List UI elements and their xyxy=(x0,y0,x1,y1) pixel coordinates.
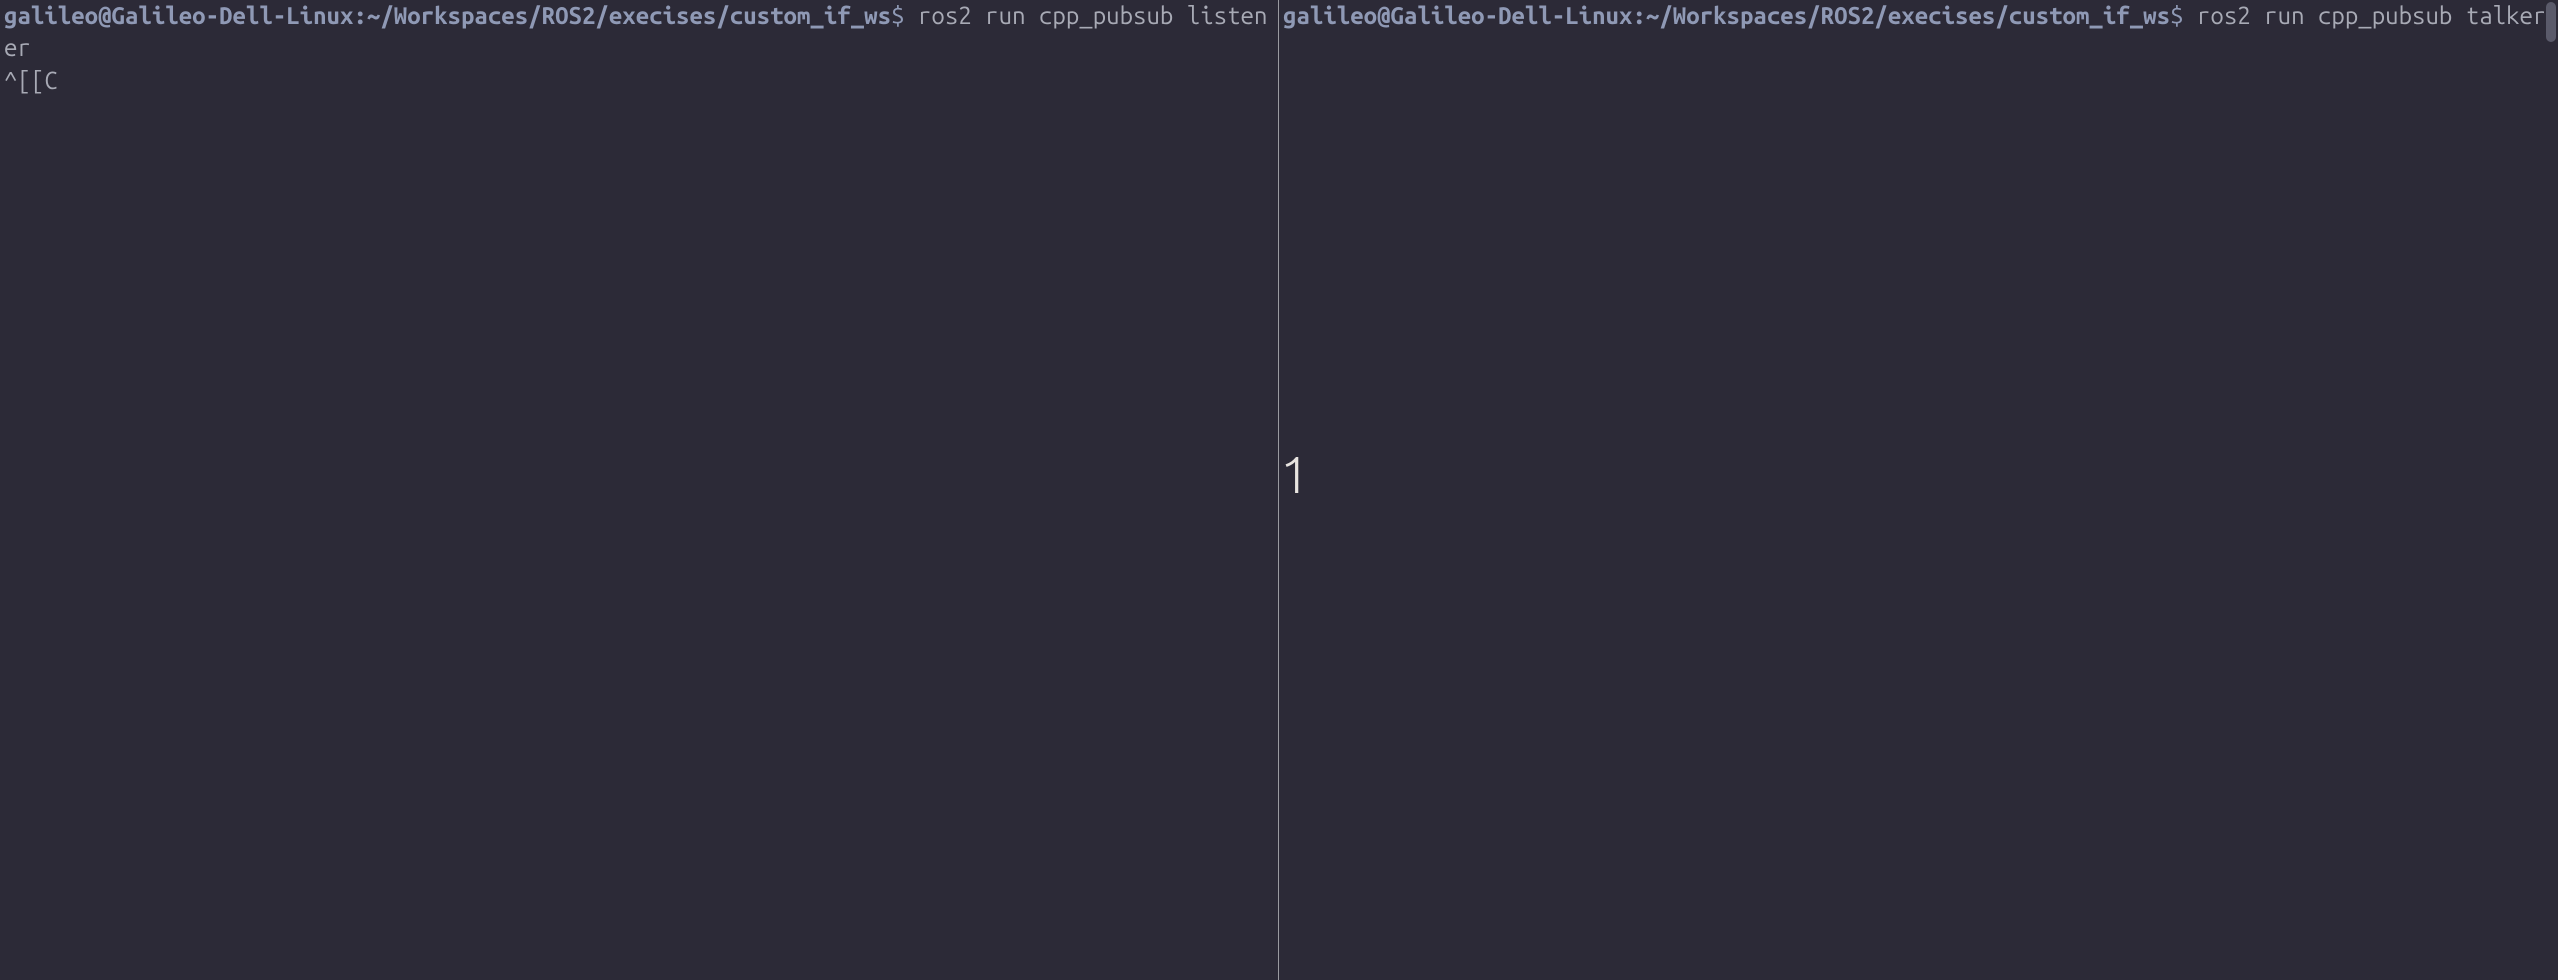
prompt-user-host-right: galileo@Galileo-Dell-Linux xyxy=(1283,2,1632,29)
prompt-path-left: ~/Workspaces/ROS2/execises/custom_if_ws xyxy=(367,2,891,29)
prompt-user-host-left: galileo@Galileo-Dell-Linux xyxy=(4,2,353,29)
output-line-left: ^[[C xyxy=(4,67,58,94)
terminal-content-left[interactable]: galileo@Galileo-Dell-Linux:~/Workspaces/… xyxy=(0,0,1278,97)
command-left xyxy=(905,2,918,29)
command-right xyxy=(2184,2,2197,29)
prompt-path-right: ~/Workspaces/ROS2/execises/custom_if_ws xyxy=(1646,2,2170,29)
scrollbar-thumb-right[interactable] xyxy=(2546,2,2556,42)
terminal-pane-left[interactable]: galileo@Galileo-Dell-Linux:~/Workspaces/… xyxy=(0,0,1279,980)
command-text-right: ros2 run cpp_pubsub talker xyxy=(2197,2,2546,29)
prompt-separator-left: : xyxy=(353,2,366,29)
prompt-symbol-left: $ xyxy=(891,2,904,29)
terminal-content-right[interactable]: galileo@Galileo-Dell-Linux:~/Workspaces/… xyxy=(1279,0,2558,32)
prompt-separator-right: : xyxy=(1632,2,1645,29)
scrollbar-right[interactable] xyxy=(2544,0,2558,980)
prompt-symbol-right: $ xyxy=(2170,2,2183,29)
terminal-pane-right[interactable]: galileo@Galileo-Dell-Linux:~/Workspaces/… xyxy=(1279,0,2558,980)
